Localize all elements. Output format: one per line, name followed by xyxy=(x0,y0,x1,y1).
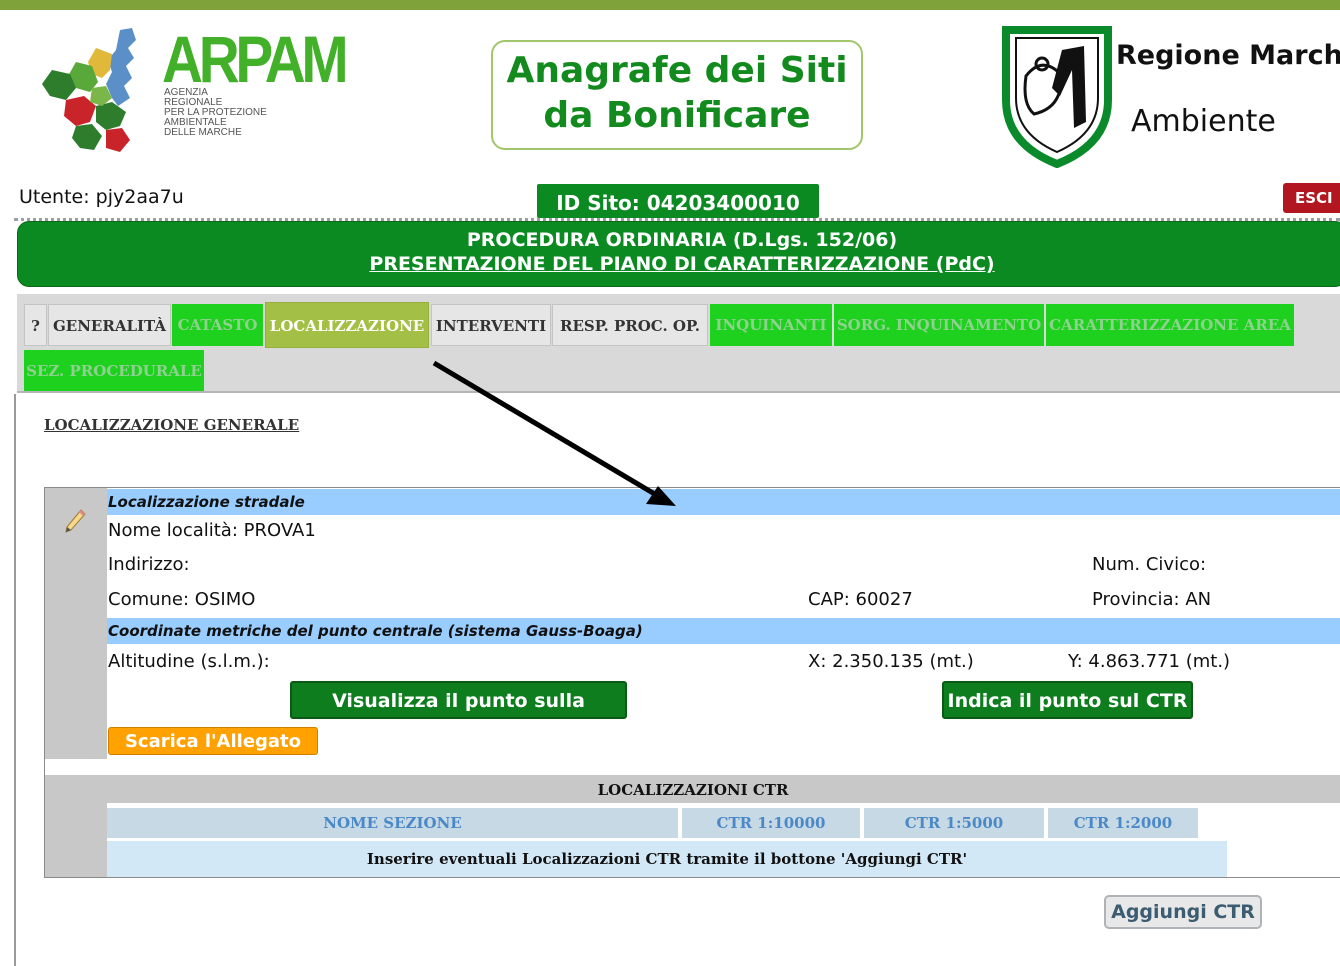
tab-help[interactable]: ? xyxy=(24,304,47,346)
regione-subtitle: Ambiente xyxy=(1131,104,1276,139)
arpam-wordmark: ARPAM xyxy=(162,22,349,96)
user-label: Utente: pjy2aa7u xyxy=(19,186,184,208)
procedure-title: PROCEDURA ORDINARIA (D.Lgs. 152/06) xyxy=(466,229,898,251)
tab-bar-border xyxy=(17,391,1340,393)
tab-sez-procedurale[interactable]: SEZ. PROCEDURALE xyxy=(24,350,204,392)
indicate-on-ctr-button[interactable]: Indica il punto sul CTR xyxy=(942,681,1193,719)
indirizzo: Indirizzo: xyxy=(108,554,190,575)
tab-catasto[interactable]: CATASTO xyxy=(172,304,263,346)
site-id-badge: ID Sito: 04203400010 xyxy=(537,184,819,218)
marche-map-icon xyxy=(42,28,136,152)
comune: Comune: OSIMO xyxy=(108,589,256,610)
nome-localita: Nome località: PROVA1 xyxy=(108,520,316,541)
panel-left-column xyxy=(45,488,107,759)
edit-pencil-icon[interactable] xyxy=(63,508,87,534)
tab-generalita[interactable]: GENERALITÀ xyxy=(48,304,171,346)
tab-caratterizzazione-area[interactable]: CARATTERIZZAZIONE AREA xyxy=(1046,304,1294,346)
localizzazione-generale-link[interactable]: LOCALIZZAZIONE GENERALE xyxy=(44,416,299,434)
provincia: Provincia: AN xyxy=(1092,589,1212,610)
regione-shield-icon xyxy=(1002,26,1112,168)
content-left-border xyxy=(14,394,16,966)
cap: CAP: 60027 xyxy=(808,589,913,610)
coord-y: Y: 4.863.771 (mt.) xyxy=(1068,651,1231,672)
tab-inquinanti[interactable]: INQUINANTI xyxy=(710,304,832,346)
ctr-col-2000: CTR 1:2000 xyxy=(1048,808,1198,838)
regione-name: Regione Marche xyxy=(1116,40,1340,71)
ctr-col-nome-sezione: NOME SEZIONE xyxy=(107,808,678,838)
ctr-col-5000: CTR 1:5000 xyxy=(864,808,1044,838)
ctr-heading: LOCALIZZAZIONI CTR xyxy=(45,775,1340,803)
logout-button[interactable]: ESCI xyxy=(1283,183,1340,213)
altitudine: Altitudine (s.l.m.): xyxy=(108,651,270,672)
localizzazione-panel: Localizzazione stradale Nome località: P… xyxy=(44,487,1340,878)
arpam-subtitle: AGENZIA REGIONALE PER LA PROTEZIONE AMBI… xyxy=(164,87,267,138)
tab-interventi[interactable]: INTERVENTI xyxy=(431,304,551,346)
ctr-col-10000: CTR 1:10000 xyxy=(682,808,860,838)
tab-resp-proc-op[interactable]: RESP. PROC. OP. xyxy=(552,304,708,346)
coord-x: X: 2.350.135 (mt.) xyxy=(808,651,974,672)
add-ctr-button[interactable]: Aggiungi CTR xyxy=(1104,895,1262,929)
coordinate-heading: Coordinate metriche del punto centrale (… xyxy=(107,618,1340,644)
download-attachment-button[interactable]: Scarica l'Allegato xyxy=(108,727,318,755)
procedure-subtitle[interactable]: PRESENTAZIONE DEL PIANO DI CARATTERIZZAZ… xyxy=(18,252,1340,276)
tab-localizzazione[interactable]: LOCALIZZAZIONE xyxy=(265,302,429,348)
ctr-empty-message: Inserire eventuali Localizzazioni CTR tr… xyxy=(107,841,1227,877)
top-accent-line xyxy=(0,0,1340,10)
stradale-heading: Localizzazione stradale xyxy=(107,489,1340,515)
procedure-banner: PROCEDURA ORDINARIA (D.Lgs. 152/06) PRES… xyxy=(17,221,1340,287)
num-civico: Num. Civico: xyxy=(1092,554,1207,575)
arpam-logo: ARPAM AGENZIA REGIONALE PER LA PROTEZION… xyxy=(36,22,349,156)
app-title: Anagrafe dei Siti da Bonificare xyxy=(491,40,863,150)
tab-sorg-inquinamento[interactable]: SORG. INQUINAMENTO xyxy=(834,304,1044,346)
regione-marche-logo: Regione Marche Ambiente xyxy=(1000,18,1340,168)
show-on-map-button[interactable]: Visualizza il punto sulla MAPPA xyxy=(290,681,627,748)
